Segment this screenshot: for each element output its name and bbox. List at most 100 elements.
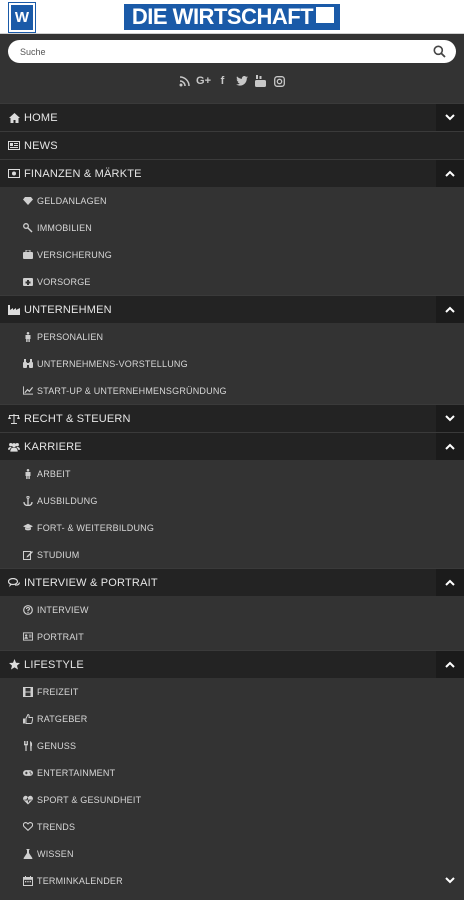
money-icon: [8, 168, 20, 180]
submenu-item[interactable]: UNTERNEHMENS-VORSTELLUNG: [0, 350, 464, 377]
twitter-icon[interactable]: [235, 75, 248, 87]
menu-karriere[interactable]: KARRIERE: [0, 432, 464, 460]
users-icon: [8, 441, 20, 453]
rss-icon[interactable]: [179, 75, 191, 87]
submenu-label: TERMINKALENDER: [37, 875, 123, 886]
thumbs-up-icon: [23, 713, 33, 724]
chevron-down-icon[interactable]: [436, 405, 464, 432]
brand[interactable]: DIE WIRTSCHAFT: [0, 4, 464, 30]
submenu-label: FREIZEIT: [37, 686, 79, 697]
submenu-label: VORSORGE: [37, 276, 91, 287]
menu-recht[interactable]: RECHT & STEUERN: [0, 404, 464, 432]
chevron-up-icon[interactable]: [436, 160, 464, 187]
home-icon: [8, 112, 20, 124]
menu-home-label: HOME: [24, 111, 58, 124]
submenu-label: FORT- & WEITERBILDUNG: [37, 522, 155, 533]
brand-mark-icon: [316, 6, 335, 23]
submenu-item[interactable]: STUDIUM: [0, 541, 464, 568]
flask-icon: [23, 848, 33, 859]
submenu-item[interactable]: PORTRAIT: [0, 623, 464, 650]
heartbeat-icon: [23, 795, 33, 805]
cutlery-icon: [23, 740, 33, 751]
submenu-item[interactable]: VERSICHERUNG: [0, 241, 464, 268]
submenu-item[interactable]: WISSEN: [0, 840, 464, 867]
menu-karriere-label: KARRIERE: [24, 440, 82, 453]
submenu-label: VERSICHERUNG: [37, 249, 112, 260]
submenu-label: TRENDS: [37, 821, 76, 832]
submenu-item[interactable]: GELDANLAGEN: [0, 187, 464, 214]
male-icon: [23, 468, 33, 479]
youtube-icon[interactable]: [255, 75, 267, 87]
submenu-label: RATGEBER: [37, 713, 88, 724]
submenu-item[interactable]: INTERVIEW: [0, 596, 464, 623]
chevron-up-icon[interactable]: [436, 433, 464, 460]
chevron-up-icon[interactable]: [436, 651, 464, 678]
submenu-item[interactable]: GENUSS: [0, 732, 464, 759]
submenu-label: WISSEN: [37, 848, 74, 859]
submenu-item[interactable]: FREIZEIT: [0, 678, 464, 705]
submenu-label: GENUSS: [37, 740, 77, 751]
submenu-label: UNTERNEHMENS-VORSTELLUNG: [37, 358, 188, 369]
briefcase-icon: [23, 250, 33, 260]
submenu-label: START-UP & UNTERNEHMENSGRÜNDUNG: [37, 385, 227, 396]
search-box: [8, 40, 456, 63]
menu-recht-label: RECHT & STEUERN: [24, 412, 131, 425]
anchor-icon: [23, 495, 33, 506]
menu-unternehmen[interactable]: UNTERNEHMEN: [0, 295, 464, 323]
comments-icon: [8, 577, 20, 589]
submenu-label: IMMOBILIEN: [37, 222, 93, 233]
menu-interview-label: INTERVIEW & PORTRAIT: [24, 576, 158, 589]
brand-title: DIE WIRTSCHAFT: [131, 4, 314, 29]
submenu-label: GELDANLAGEN: [37, 195, 107, 206]
chevron-down-icon[interactable]: [445, 877, 455, 884]
submenu-item[interactable]: ENTERTAINMENT: [0, 759, 464, 786]
submenu-item[interactable]: ARBEIT: [0, 460, 464, 487]
chevron-down-icon[interactable]: [436, 104, 464, 131]
line-chart-icon: [23, 386, 33, 396]
search-icon[interactable]: [433, 45, 446, 58]
instagram-icon[interactable]: [274, 75, 286, 87]
menu-interview[interactable]: INTERVIEW & PORTRAIT: [0, 568, 464, 596]
submenu-item[interactable]: TERMINKALENDER: [0, 867, 464, 894]
submenu-item[interactable]: FORT- & WEITERBILDUNG: [0, 514, 464, 541]
menu-unternehmen-label: UNTERNEHMEN: [24, 303, 112, 316]
binoculars-icon: [23, 359, 33, 369]
search-input[interactable]: [8, 40, 408, 63]
calendar-icon: [23, 875, 33, 886]
social-bar: G+ f: [0, 63, 464, 99]
chevron-up-icon[interactable]: [436, 296, 464, 323]
edit-icon: [23, 550, 33, 560]
male-icon: [23, 331, 33, 342]
menu-lifestyle[interactable]: LIFESTYLE: [0, 650, 464, 678]
film-icon: [23, 686, 33, 697]
facebook-icon[interactable]: f: [217, 75, 229, 87]
medkit-icon: [23, 277, 33, 287]
submenu-item[interactable]: PERSONALIEN: [0, 323, 464, 350]
submenu-label: AUSBILDUNG: [37, 495, 98, 506]
submenu-item[interactable]: AUSBILDUNG: [0, 487, 464, 514]
menu-lifestyle-label: LIFESTYLE: [24, 658, 84, 671]
submenu-label: ENTERTAINMENT: [37, 767, 116, 778]
menu-finanzen[interactable]: FINANZEN & MÄRKTE: [0, 159, 464, 187]
gamepad-icon: [23, 768, 33, 778]
submenu-item[interactable]: RATGEBER: [0, 705, 464, 732]
submenu-label: PORTRAIT: [37, 631, 84, 642]
question-circle-icon: [23, 604, 33, 615]
submenu-item[interactable]: START-UP & UNTERNEHMENSGRÜNDUNG: [0, 377, 464, 404]
diamond-icon: [23, 196, 33, 206]
newspaper-icon: [8, 140, 20, 152]
menu-news-label: NEWS: [24, 139, 58, 152]
submenu-item[interactable]: SPORT & GESUNDHEIT: [0, 786, 464, 813]
id-card-icon: [23, 632, 33, 642]
balance-scale-icon: [8, 413, 20, 425]
submenu-item[interactable]: TRENDS: [0, 813, 464, 840]
menu-home[interactable]: HOME: [0, 103, 464, 131]
menu-news[interactable]: NEWS: [0, 131, 464, 159]
key-icon: [23, 222, 33, 233]
submenu-label: PERSONALIEN: [37, 331, 104, 342]
submenu-label: ARBEIT: [37, 468, 71, 479]
submenu-item[interactable]: IMMOBILIEN: [0, 214, 464, 241]
submenu-item[interactable]: VORSORGE: [0, 268, 464, 295]
chevron-up-icon[interactable]: [436, 569, 464, 596]
google-plus-icon[interactable]: G+: [196, 75, 211, 87]
